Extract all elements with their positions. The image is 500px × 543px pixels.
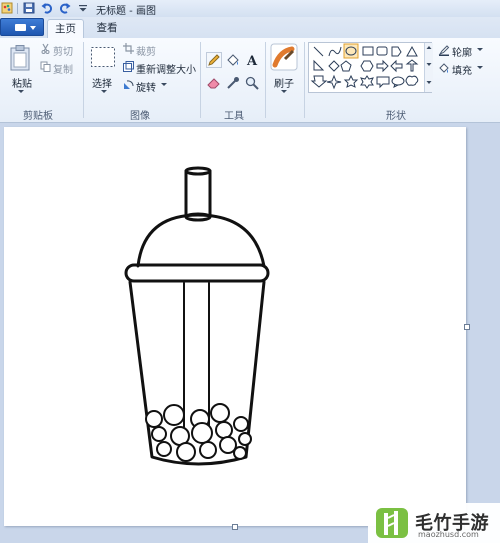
redo-icon[interactable] <box>58 1 72 15</box>
group-separator <box>200 42 201 118</box>
bamboo-logo-icon <box>376 508 408 538</box>
group-separator <box>265 42 266 118</box>
shapes-gallery <box>308 42 432 93</box>
paint-app-icon[interactable] <box>1 2 13 14</box>
rotate-dropdown-icon[interactable] <box>161 83 167 86</box>
group-separator <box>304 42 305 118</box>
pencil-icon[interactable] <box>206 52 222 68</box>
cut-button[interactable]: 剪切 <box>53 43 73 58</box>
canvas-resize-handle-right[interactable] <box>464 324 470 330</box>
ribbon-home: 粘贴 剪切 复制 剪贴板 选择 裁剪 重新调整大小 旋转 图像 A 工具 刷子 … <box>0 38 500 123</box>
outline-dropdown-icon[interactable] <box>477 48 483 51</box>
bubble-tea-drawing <box>124 166 270 466</box>
outline-icon <box>438 45 450 56</box>
brushes-dropdown-icon[interactable] <box>281 90 287 93</box>
window-title: 无标题 - 画图 <box>96 6 156 17</box>
title-bar: 无标题 - 画图 <box>0 0 500 18</box>
paste-icon[interactable] <box>9 44 33 72</box>
tab-home[interactable]: 主页 <box>47 19 84 38</box>
canvas-resize-handle-bottom[interactable] <box>232 524 238 530</box>
select-icon[interactable] <box>90 46 116 68</box>
file-menu-icon <box>15 24 26 31</box>
outline-button[interactable]: 轮廓 <box>452 44 472 59</box>
group-separator <box>83 42 84 118</box>
cut-icon <box>41 43 50 54</box>
rotate-icon <box>124 80 134 89</box>
brushes-button[interactable]: 刷子 <box>274 75 294 90</box>
select-dropdown-icon[interactable] <box>101 90 107 93</box>
resize-button[interactable]: 重新调整大小 <box>136 61 196 76</box>
fill-icon <box>439 63 449 73</box>
undo-icon[interactable] <box>40 1 54 15</box>
copy-icon <box>40 61 51 72</box>
chevron-down-icon <box>30 26 36 30</box>
magnifier-icon[interactable] <box>244 75 260 91</box>
fill-button[interactable]: 填充 <box>452 62 472 77</box>
quick-access-separator <box>17 3 18 14</box>
paste-button[interactable]: 粘贴 <box>12 75 32 90</box>
image-group-label: 图像 <box>130 111 150 122</box>
shapes-gallery-scrollbar[interactable] <box>424 43 433 92</box>
fill-dropdown-icon[interactable] <box>477 66 483 69</box>
save-icon[interactable] <box>22 1 36 15</box>
paste-dropdown-icon[interactable] <box>18 90 24 93</box>
select-button[interactable]: 选择 <box>92 75 112 90</box>
watermark-domain: maozhusd.com <box>418 530 479 539</box>
customize-quick-access-icon[interactable] <box>76 1 90 15</box>
file-menu-button[interactable] <box>0 18 44 36</box>
shapes-group-label: 形状 <box>386 111 406 122</box>
copy-button[interactable]: 复制 <box>53 61 73 76</box>
brushes-icon[interactable] <box>270 43 298 71</box>
tab-view[interactable]: 查看 <box>88 19 126 38</box>
crop-icon <box>123 43 134 54</box>
text-tool-icon[interactable]: A <box>244 52 260 68</box>
resize-icon <box>123 61 134 72</box>
drawing-canvas[interactable] <box>4 127 466 526</box>
crop-button[interactable]: 裁剪 <box>136 43 156 58</box>
rotate-button[interactable]: 旋转 <box>136 79 156 94</box>
color-picker-icon[interactable] <box>225 75 241 91</box>
watermark-logo: 毛竹手游 maozhusd.com <box>368 503 500 543</box>
eraser-icon[interactable] <box>206 75 222 91</box>
fill-bucket-icon[interactable] <box>225 52 241 68</box>
svg-text:A: A <box>246 54 258 68</box>
shapes-gallery-icons[interactable] <box>309 43 433 94</box>
tools-group-label: 工具 <box>224 111 244 122</box>
clipboard-group-label: 剪贴板 <box>23 111 53 122</box>
